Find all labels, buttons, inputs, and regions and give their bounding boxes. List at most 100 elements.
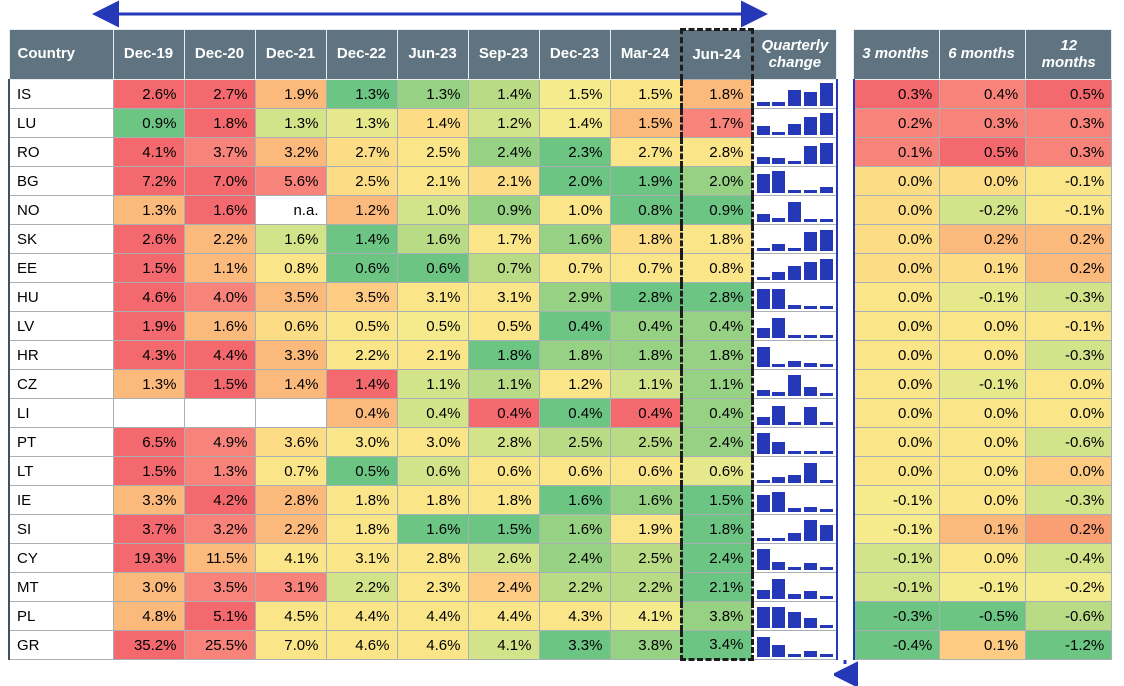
column-gap: [836, 224, 854, 254]
value-cell: 1.8%: [679, 514, 754, 544]
country-code-cell: LU: [8, 108, 114, 138]
sparkline-bar: [803, 305, 817, 309]
value-cell: 1.6%: [396, 514, 469, 544]
header-dec-23: Dec-23: [538, 29, 611, 80]
value-cell: 4.2%: [183, 485, 256, 515]
change-cell: 0.3%: [852, 79, 941, 109]
sparkline-bar: [819, 566, 833, 570]
value-cell: 2.4%: [538, 543, 611, 573]
country-code-cell: IE: [8, 485, 114, 515]
country-code-cell: NO: [8, 195, 114, 225]
table-row: LV 1.9% 1.6% 0.6% 0.5% 0.5% 0.5% 0.4% 0.4% 0.4% 0.…: [8, 311, 1113, 341]
value-cell: 0.6%: [679, 456, 754, 486]
value-cell: 3.1%: [325, 543, 398, 573]
change-cell: 0.0%: [1025, 398, 1113, 428]
value-cell: 3.8%: [679, 601, 754, 631]
header-dec-19: Dec-19: [112, 29, 185, 80]
change-cell: 0.0%: [939, 543, 1027, 573]
sparkline-bar: [788, 593, 802, 599]
value-cell: 1.1%: [609, 369, 682, 399]
value-cell: 4.4%: [467, 601, 540, 631]
value-cell: 2.4%: [467, 137, 540, 167]
column-gap: [836, 572, 854, 602]
sparkline-bar: [756, 101, 770, 106]
value-cell: 2.2%: [325, 572, 398, 602]
value-cell: 4.6%: [325, 630, 398, 660]
value-cell: n.a.: [254, 195, 327, 225]
value-cell: 1.3%: [396, 79, 469, 109]
value-cell: [254, 398, 327, 428]
value-cell: 2.1%: [679, 572, 754, 602]
header-dec-22: Dec-22: [325, 29, 398, 80]
value-cell: 0.4%: [538, 398, 611, 428]
table-row: SI 3.7% 3.2% 2.2% 1.8% 1.6% 1.5% 1.6% 1.9% 1.8% -0…: [8, 514, 1113, 544]
value-cell: 1.4%: [538, 108, 611, 138]
sparkline-bar: [803, 617, 817, 628]
change-cell: -0.3%: [1025, 282, 1113, 312]
value-cell: 3.1%: [467, 282, 540, 312]
change-cell: -0.3%: [1025, 340, 1113, 370]
value-cell: 3.7%: [183, 137, 256, 167]
header-jun-24: Jun-24: [679, 28, 754, 80]
value-cell: 1.4%: [325, 224, 398, 254]
value-cell: 1.9%: [254, 79, 327, 109]
value-cell: 3.5%: [325, 282, 398, 312]
sparkline-bar: [819, 218, 833, 222]
change-cell: -0.1%: [939, 572, 1027, 602]
sparkline-bar: [772, 170, 786, 193]
table-row: PL 4.8% 5.1% 4.5% 4.4% 4.4% 4.4% 4.3% 4.1% 3.8% -0…: [8, 601, 1113, 631]
value-cell: [183, 398, 256, 428]
change-cell: 0.3%: [1025, 137, 1113, 167]
value-cell: 1.9%: [112, 311, 185, 341]
sparkline-bar: [803, 116, 817, 135]
sparkline-bar: [788, 265, 802, 280]
column-gap: [836, 166, 854, 196]
sparkline-bar: [756, 247, 770, 251]
country-code-cell: RO: [8, 137, 114, 167]
sparkline-bar: [819, 392, 833, 396]
value-cell: 5.6%: [254, 166, 327, 196]
change-cell: 0.5%: [1025, 79, 1113, 109]
sparkline-bar: [772, 644, 786, 657]
quarterly-change-sparkline: [752, 137, 838, 167]
change-cell: -0.6%: [1025, 427, 1113, 457]
table-row: LT 1.5% 1.3% 0.7% 0.5% 0.6% 0.6% 0.6% 0.6% 0.6% 0.…: [8, 456, 1113, 486]
country-code-cell: MT: [8, 572, 114, 602]
value-cell: 2.4%: [467, 572, 540, 602]
table-body: IS 2.6% 2.7% 1.9% 1.3% 1.3% 1.4% 1.5% 1.5% 1.8% 0.…: [8, 79, 1113, 661]
value-cell: 0.8%: [609, 195, 682, 225]
sparkline-bar: [803, 450, 817, 454]
sparkline-bar: [772, 391, 786, 396]
change-cell: -0.1%: [939, 282, 1027, 312]
value-cell: 7.2%: [112, 166, 185, 196]
header-spacer: [836, 29, 854, 80]
sparkline-bar: [788, 450, 802, 454]
change-cell: -0.1%: [1025, 311, 1113, 341]
value-cell: 1.1%: [396, 369, 469, 399]
sparkline-bar: [788, 611, 802, 628]
value-cell: 5.1%: [183, 601, 256, 631]
column-gap: [836, 79, 854, 109]
header-quarterly-change: Quarterly change: [751, 29, 838, 80]
value-cell: 1.1%: [183, 253, 256, 283]
value-cell: 4.1%: [254, 543, 327, 573]
value-cell: 2.8%: [467, 427, 540, 457]
sparkline-bar: [803, 261, 817, 280]
sparkline-bar: [756, 537, 770, 541]
change-cell: -0.5%: [939, 601, 1027, 631]
sparkline-bar: [803, 590, 817, 599]
sparkline-bar: [756, 173, 770, 193]
value-cell: 4.9%: [183, 427, 256, 457]
table-row: CY 19.3% 11.5% 4.1% 3.1% 2.8% 2.6% 2.4% 2.5% 2.4%…: [8, 543, 1113, 573]
value-cell: 3.3%: [112, 485, 185, 515]
value-cell: 1.8%: [467, 485, 540, 515]
value-cell: 0.6%: [396, 456, 469, 486]
value-cell: 1.8%: [679, 340, 754, 370]
sparkline-bar: [803, 231, 817, 251]
sparkline-bar: [803, 462, 817, 483]
change-cell: 0.2%: [1025, 253, 1113, 283]
sparkline-bar: [803, 362, 817, 367]
sparkline-bar: [819, 305, 833, 309]
sparkline-bar: [772, 101, 786, 106]
sparkline-bar: [756, 389, 770, 396]
